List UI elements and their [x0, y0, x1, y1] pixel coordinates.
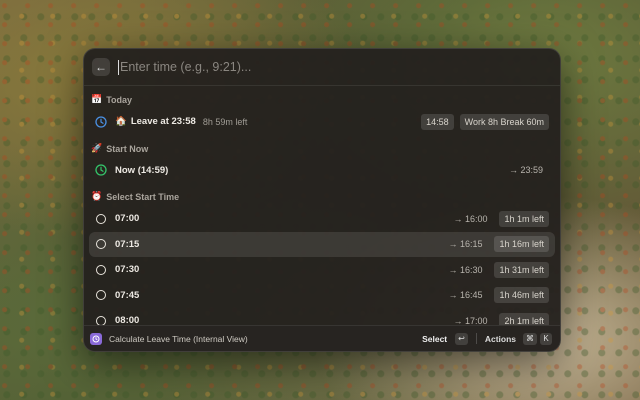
- section-select-start: ⏰ Select Start Time: [84, 183, 560, 206]
- leave-time: → 16:15: [448, 239, 483, 250]
- alarm-clock-icon: ⏰: [91, 191, 103, 201]
- enter-key-icon: ↩: [455, 332, 468, 345]
- work-break-tag: Work 8h Break 60m: [459, 113, 549, 130]
- section-title: Today: [106, 95, 133, 105]
- search-bar: ←: [84, 49, 560, 86]
- time-left-tag: 1h 31m left: [494, 261, 549, 278]
- list-item-leave[interactable]: 🏠 Leave at 23:58 8h 59m left 14:58 Work …: [89, 109, 555, 135]
- leave-time: → 23:59: [508, 165, 543, 176]
- list-item-time[interactable]: 07:30 → 16:30 1h 31m left: [89, 257, 555, 283]
- command-key-icon: ⌘: [523, 332, 537, 345]
- leave-time: → 16:00: [453, 213, 488, 224]
- search-input[interactable]: [120, 60, 550, 74]
- actions-button[interactable]: Actions: [485, 334, 516, 344]
- list-item-time[interactable]: 08:00 → 17:00 2h 1m left: [89, 308, 555, 326]
- start-time-tag: 14:58: [421, 113, 454, 130]
- section-start-now: 🚀 Start Now: [84, 135, 560, 158]
- house-icon: 🏠: [115, 116, 127, 128]
- list-item-title: Now (14:59): [115, 164, 169, 176]
- text-cursor: [118, 59, 119, 75]
- list-item-title: 07:30: [115, 264, 140, 276]
- time-left-tag: 2h 1m left: [499, 312, 549, 326]
- section-title: Start Now: [106, 143, 149, 154]
- section-today: 📅 Today: [84, 86, 560, 109]
- launcher-window: ← 📅 Today 🏠 Leave at 23:58 8h 59m left 1…: [83, 48, 561, 352]
- list-item-now[interactable]: Now (14:59) → 23:59: [89, 158, 555, 184]
- time-left-tag: 1h 46m left: [494, 287, 549, 304]
- clock-icon: [95, 116, 107, 128]
- list-item-time[interactable]: 07:00 → 16:00 1h 1m left: [89, 206, 555, 232]
- clock-icon: [95, 164, 107, 176]
- circle-icon: [95, 289, 107, 301]
- calendar-icon: 📅: [91, 94, 103, 104]
- list-item-title: 07:45: [115, 289, 140, 301]
- command-title: Calculate Leave Time (Internal View): [109, 333, 248, 344]
- list-item-title: 07:15: [115, 238, 140, 250]
- action-bar: Calculate Leave Time (Internal View) Sel…: [84, 325, 560, 351]
- list-item-subtitle: 8h 59m left: [202, 116, 248, 127]
- circle-icon: [95, 238, 107, 250]
- leave-time: → 16:30: [448, 264, 483, 275]
- circle-icon: [95, 264, 107, 276]
- list-item-time-selected[interactable]: 07:15 → 16:15 1h 16m left: [89, 231, 555, 257]
- list-item-time[interactable]: 07:45 → 16:45 1h 46m left: [89, 283, 555, 309]
- divider: [475, 333, 477, 344]
- circle-icon: [95, 213, 107, 225]
- time-left-tag: 1h 16m left: [494, 236, 549, 253]
- k-key-icon: K: [540, 332, 552, 345]
- select-action-button[interactable]: Select: [422, 334, 447, 344]
- list-item-title: 07:00: [115, 213, 140, 225]
- time-left-tag: 1h 1m left: [499, 210, 549, 227]
- section-title: Select Start Time: [106, 192, 180, 202]
- list-item-title: Leave at 23:58: [130, 116, 196, 128]
- back-button[interactable]: ←: [92, 58, 110, 76]
- results-list[interactable]: 📅 Today 🏠 Leave at 23:58 8h 59m left 14:…: [84, 86, 560, 326]
- timer-icon: [90, 332, 102, 345]
- rocket-icon: 🚀: [91, 142, 103, 153]
- leave-time: → 16:45: [448, 290, 483, 301]
- arrow-left-icon: ←: [95, 60, 107, 74]
